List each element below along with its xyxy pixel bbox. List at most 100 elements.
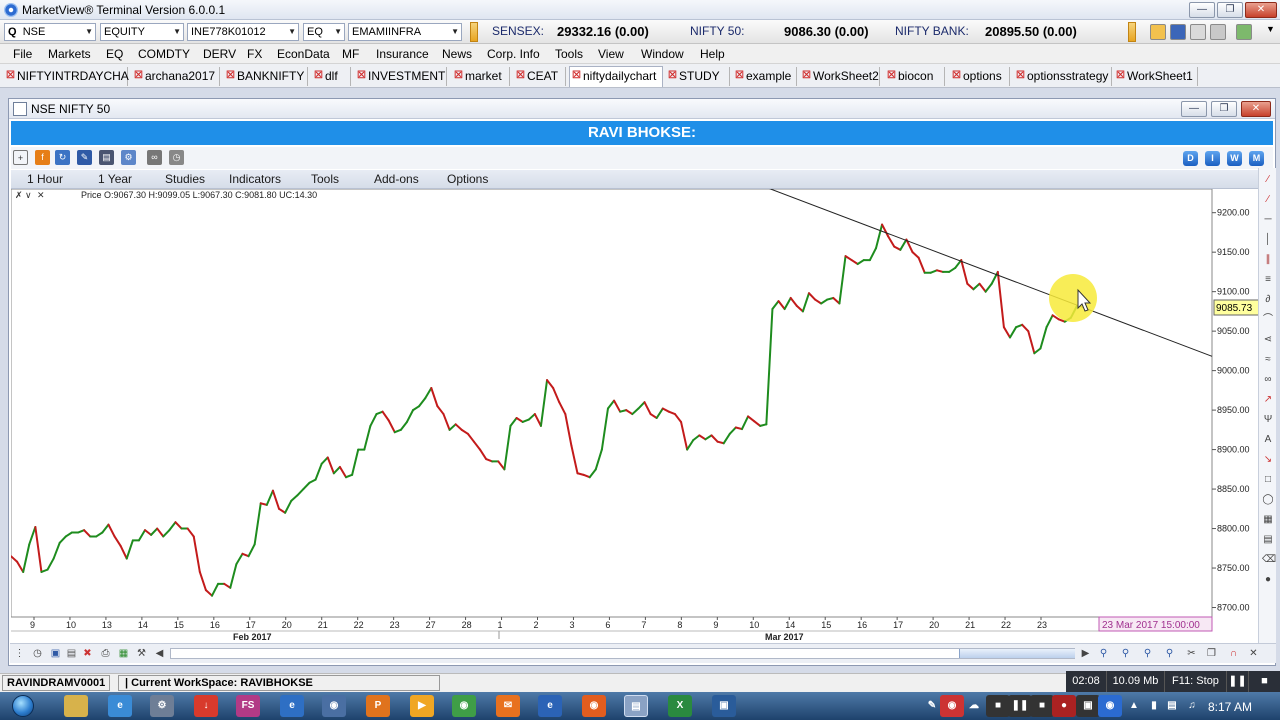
print-icon[interactable]: ⎙ [98, 646, 113, 661]
refresh-icon[interactable]: ↻ [55, 150, 70, 165]
close-tab-icon[interactable]: ☒ [952, 67, 961, 85]
tab-study[interactable]: ☒ STUDY [666, 67, 730, 86]
chart-restore-button[interactable]: ❐ [1211, 101, 1237, 117]
tray-volume-icon[interactable]: ♫ [1180, 695, 1204, 717]
taskbar-clock[interactable]: 8:17 AM [1208, 700, 1252, 714]
hline-tool-icon[interactable]: ─ [1262, 214, 1274, 226]
price-chart[interactable]: 9200.00 9150.00 9100.00 9050.00 9000.00 8950.… [10, 186, 1267, 659]
tab-biocon[interactable]: ☒ biocon [885, 67, 945, 86]
expand-icon[interactable]: + [13, 150, 28, 165]
draw-icon[interactable]: ✎ [77, 150, 92, 165]
tray-shield-icon[interactable]: ◉ [940, 695, 964, 717]
tools-icon[interactable]: ⚒ [134, 646, 149, 661]
tray-record-icon[interactable]: ● [1052, 695, 1076, 717]
fan-tool-icon[interactable]: ⋖ [1262, 334, 1274, 346]
link-icon[interactable]: ∞ [147, 150, 162, 165]
close-tab-icon[interactable]: ☒ [887, 67, 896, 85]
wave-tool-icon[interactable]: ≈ [1262, 354, 1274, 366]
collapse-icon[interactable]: ∨ [25, 190, 32, 200]
zoom-icon[interactable]: ⚲ [1096, 646, 1111, 661]
menu-fx[interactable]: FX [247, 47, 262, 61]
tab-investment[interactable]: ☒ INVESTMENT [355, 67, 447, 86]
toolbar-grip[interactable] [1128, 22, 1136, 42]
minimize-button[interactable]: — [1189, 2, 1215, 18]
cycle-tool-icon[interactable]: ∞ [1262, 374, 1274, 386]
settings-icon[interactable]: ⚙ [121, 150, 136, 165]
start-button[interactable] [4, 692, 42, 720]
scrollbar-thumb[interactable] [959, 649, 1075, 658]
save-icon[interactable]: ▣ [48, 646, 63, 661]
chart-icon[interactable] [1236, 24, 1252, 40]
taskbar-ie-icon[interactable]: e [280, 695, 304, 717]
menu-corp-info[interactable]: Corp. Info [487, 47, 540, 61]
tray-pause-icon[interactable]: ❚❚ [1008, 695, 1032, 717]
taskbar-network-icon[interactable]: ◉ [322, 695, 346, 717]
close-icon[interactable]: ✕ [1246, 646, 1261, 661]
menu-insurance[interactable]: Insurance [376, 47, 429, 61]
tray-display-icon[interactable]: ▣ [1076, 695, 1100, 717]
arrow-tool-icon[interactable]: ↘ [1262, 454, 1274, 466]
clock-icon[interactable]: ◷ [30, 646, 45, 661]
tab-example[interactable]: ☒ example [733, 67, 797, 86]
close-study-icon[interactable]: ✕ [37, 190, 45, 200]
document-icon[interactable] [1190, 24, 1206, 40]
close-tab-icon[interactable]: ☒ [735, 67, 744, 85]
menu-tools[interactable]: Tools [555, 47, 583, 61]
gann-tool-icon[interactable]: ∂ [1262, 294, 1274, 306]
menu-window[interactable]: Window [641, 47, 684, 61]
tab-market[interactable]: ☒ market [452, 67, 510, 86]
menu-view[interactable]: View [598, 47, 624, 61]
copy-icon[interactable]: ❐ [1204, 646, 1219, 661]
chart-menu-options[interactable]: Options [447, 172, 488, 186]
ruler-tool-icon[interactable]: ▤ [1262, 534, 1274, 546]
intraday-button[interactable]: I [1205, 151, 1220, 166]
weekly-button[interactable]: W [1227, 151, 1242, 166]
tray-globe-icon[interactable]: ◉ [1098, 695, 1122, 717]
chart-menu-1hour[interactable]: 1 Hour [27, 172, 63, 186]
taskbar-excel-icon[interactable]: X [668, 695, 692, 717]
delete-icon[interactable]: ✖ [80, 646, 95, 661]
tray-stop-icon[interactable]: ■ [986, 695, 1010, 717]
menu-derv[interactable]: DERV [203, 47, 236, 61]
zoom-in-icon[interactable]: ⚲ [1118, 646, 1133, 661]
close-tab-icon[interactable]: ☒ [802, 67, 811, 85]
menu-file[interactable]: File [13, 47, 32, 61]
chart-window-titlebar[interactable]: NSE NIFTY 50 — ❐ ✕ [9, 99, 1275, 119]
monthly-button[interactable]: M [1249, 151, 1264, 166]
export-icon[interactable]: ▦ [116, 646, 131, 661]
tab-options[interactable]: ☒ options [950, 67, 1010, 86]
close-tab-icon[interactable]: ☒ [357, 67, 366, 85]
close-button[interactable]: ✕ [1245, 2, 1277, 18]
rect-tool-icon[interactable]: □ [1262, 474, 1274, 486]
tab-optionsstrategy[interactable]: ☒ optionsstrategy [1014, 67, 1112, 86]
chart-menu-studies[interactable]: Studies [165, 172, 205, 186]
toolbar-grip[interactable] [470, 22, 478, 42]
menu-comdty[interactable]: COMDTY [138, 47, 190, 61]
menu-mf[interactable]: MF [342, 47, 359, 61]
close-tab-icon[interactable]: ☒ [226, 67, 235, 85]
arc-tool-icon[interactable]: ⌒ [1262, 314, 1274, 326]
fib-tool-icon[interactable]: ≡ [1262, 274, 1274, 286]
template-icon[interactable]: ▤ [64, 646, 79, 661]
status-f11[interactable]: F11: Stop [1164, 671, 1226, 692]
menu-econdata[interactable]: EconData [277, 47, 330, 61]
eraser-tool-icon[interactable]: ⌫ [1262, 554, 1276, 566]
tab-niftyintrdaycha[interactable]: ☒ NIFTYINTRDAYCHA [4, 67, 129, 86]
symbol-select[interactable]: EMAMIINFRA ▼ [348, 23, 462, 41]
scroll-left-icon[interactable]: ◀ [152, 646, 167, 661]
chart-menu-addons[interactable]: Add-ons [374, 172, 419, 186]
chart-minimize-button[interactable]: — [1181, 101, 1207, 117]
close-tab-icon[interactable]: ☒ [1116, 67, 1125, 85]
channel-tool-icon[interactable]: ∥ [1262, 254, 1274, 266]
grid-tool-icon[interactable]: ▦ [1262, 514, 1274, 526]
restore-button[interactable]: ❐ [1217, 2, 1243, 18]
tray-cloud-icon[interactable]: ☁ [962, 695, 986, 717]
chart-controls[interactable]: ✗ ∨ ✕ [15, 190, 45, 200]
zoom-out-icon[interactable]: ⚲ [1140, 646, 1155, 661]
tab-niftydailychart[interactable]: ☒ niftydailychart [569, 66, 663, 87]
formula-icon[interactable]: f [35, 150, 50, 165]
vline-tool-icon[interactable]: │ [1262, 234, 1274, 246]
tab-ceat[interactable]: ☒ CEAT [514, 67, 566, 86]
cut-icon[interactable]: ✂ [1184, 646, 1199, 661]
chart-menu-1year[interactable]: 1 Year [98, 172, 132, 186]
